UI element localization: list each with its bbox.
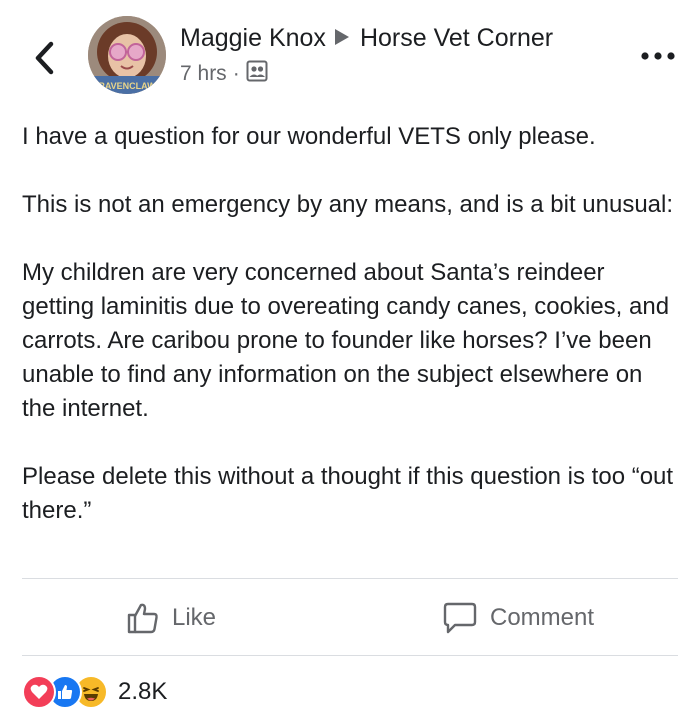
avatar-badge-text: RAVENCLAW	[98, 81, 156, 91]
back-button[interactable]	[28, 38, 60, 78]
post-time[interactable]: 7 hrs	[180, 62, 227, 86]
like-button[interactable]: Like	[126, 596, 216, 640]
reaction-icons	[22, 675, 108, 709]
post-paragraph: My children are very concerned about San…	[22, 259, 670, 422]
post-header: RAVENCLAW Maggie Knox Horse Vet Corner 7…	[0, 0, 700, 110]
group-members-icon	[246, 60, 268, 88]
author-line: Maggie Knox Horse Vet Corner	[180, 24, 553, 53]
chevron-left-icon	[35, 41, 54, 75]
divider	[22, 655, 678, 656]
author-name[interactable]: Maggie Knox	[180, 24, 326, 53]
reactions-summary[interactable]: 2.8K	[22, 674, 167, 710]
comment-icon	[443, 602, 477, 634]
post-body: I have a question for our wonderful VETS…	[22, 120, 682, 528]
meta-separator: ·	[232, 62, 240, 85]
divider	[22, 578, 678, 579]
ellipsis-icon	[641, 52, 675, 60]
reaction-count: 2.8K	[118, 678, 168, 705]
more-options-button[interactable]	[638, 44, 678, 68]
post-meta: 7 hrs ·	[180, 60, 268, 88]
post-paragraph: I have a question for our wonderful VETS…	[22, 123, 596, 150]
avatar-image: RAVENCLAW	[88, 16, 166, 94]
avatar[interactable]: RAVENCLAW	[88, 16, 166, 94]
thumbs-up-icon	[127, 603, 158, 634]
like-label: Like	[172, 604, 217, 631]
triangle-right-icon	[334, 24, 350, 53]
comment-label: Comment	[490, 604, 595, 631]
group-name[interactable]: Horse Vet Corner	[360, 24, 553, 53]
love-reaction-icon	[22, 675, 56, 709]
comment-button[interactable]: Comment	[442, 596, 594, 640]
post-paragraph: Please delete this without a thought if …	[22, 463, 674, 524]
post-paragraph: This is not an emergency by any means, a…	[22, 191, 674, 218]
